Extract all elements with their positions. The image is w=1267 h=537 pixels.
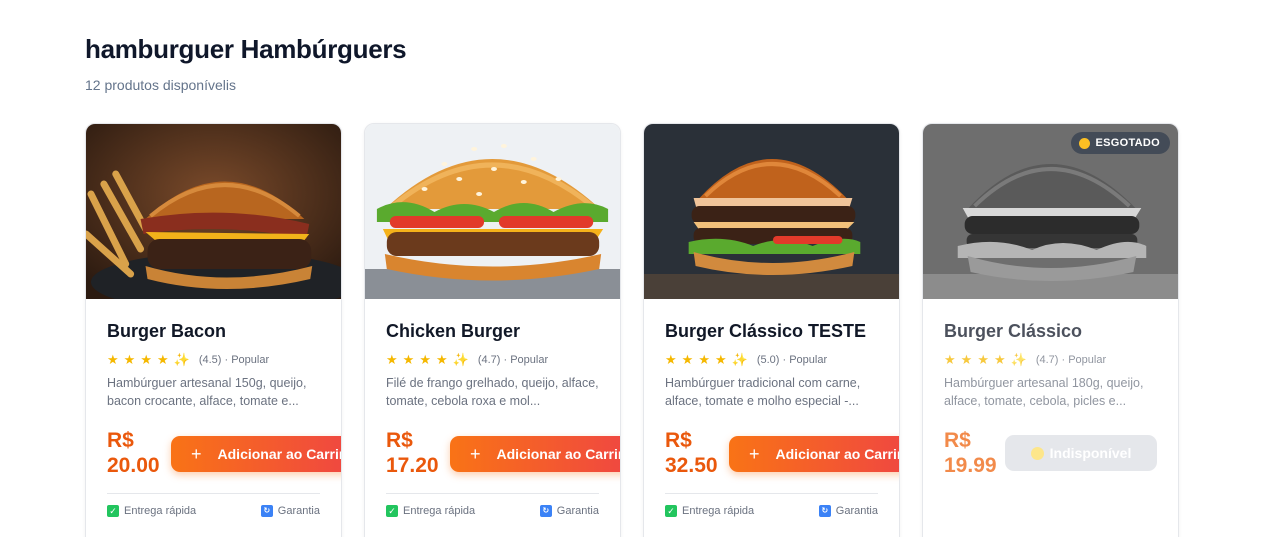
product-price: R$ 20.00: [107, 428, 160, 478]
product-image[interactable]: [86, 124, 341, 299]
warranty-icon: ↻: [818, 505, 831, 517]
fast-delivery-feature: ✓ Entrega rápida: [107, 505, 196, 517]
check-icon: ✓: [386, 505, 398, 517]
star-icon: ★: [419, 352, 431, 367]
page-title: hamburguer Hambúrguers: [85, 34, 407, 64]
currency-symbol: R$: [386, 429, 413, 452]
product-rating: ★ ★ ★ ★ ✨ (4.7) · Popular: [944, 352, 1106, 368]
star-icon: ★: [698, 352, 710, 367]
add-to-cart-label: Adicionar ao Carrinho: [217, 446, 341, 462]
rating-text: (4.5) · Popular: [198, 354, 270, 366]
product-card[interactable]: ESGOTADO Burger Clássico ★ ★ ★ ★ ✨ (4.7)…: [922, 123, 1179, 537]
plus-icon: +: [749, 443, 760, 464]
product-count: 12 produtos disponívelis: [85, 77, 236, 93]
currency-symbol: R$: [665, 429, 692, 452]
star-icon: ★: [435, 352, 448, 367]
half-star-icon: ✨: [173, 352, 190, 367]
product-rating: ★ ★ ★ ★ ✨ (4.5) · Popular: [107, 352, 269, 368]
price-value: 32.50: [665, 454, 718, 477]
product-description: Filé de frango grelhado, queijo, alface,…: [386, 376, 599, 408]
product-description: Hambúrguer artesanal 180g, queijo, alfac…: [944, 376, 1144, 408]
star-icon: ★: [681, 352, 694, 367]
product-name[interactable]: Burger Clássico: [944, 321, 1082, 342]
half-star-icon: ✨: [452, 352, 469, 367]
price-value: 17.20: [386, 454, 439, 477]
rating-text: (4.7) · Popular: [477, 354, 549, 366]
fast-delivery-label: Entrega rápida: [403, 505, 476, 517]
plus-icon: +: [191, 443, 202, 464]
check-icon: ✓: [665, 505, 677, 517]
fast-delivery-label: Entrega rápida: [124, 505, 197, 517]
star-icon: ★: [156, 352, 169, 367]
star-icon: ★: [140, 352, 152, 367]
product-description: Hambúrguer tradicional com carne, alface…: [665, 376, 861, 408]
divider: [665, 493, 878, 494]
product-description: Hambúrguer artesanal 150g, queijo, bacon…: [107, 376, 307, 408]
star-icon: ★: [402, 352, 415, 367]
warranty-icon: ↻: [260, 505, 273, 517]
unavailable-button[interactable]: Indisponível: [1005, 435, 1157, 471]
product-name[interactable]: Burger Bacon: [107, 321, 226, 342]
sold-out-badge: ESGOTADO: [1071, 132, 1170, 154]
warranty-label: Garantia: [835, 505, 878, 517]
product-rating: ★ ★ ★ ★ ✨ (4.7) · Popular: [386, 352, 548, 368]
warranty-label: Garantia: [277, 505, 320, 517]
warranty-feature: ↻ Garantia: [539, 505, 599, 517]
star-icon: ★: [123, 352, 136, 367]
sad-face-icon: [1030, 446, 1044, 460]
product-price: R$ 32.50: [665, 428, 718, 478]
unavailable-label: Indisponível: [1049, 445, 1132, 461]
star-icon: ★: [107, 352, 119, 367]
sad-face-icon: [1079, 137, 1091, 149]
fast-delivery-feature: ✓ Entrega rápida: [386, 505, 475, 517]
star-icon: ★: [944, 352, 956, 367]
add-to-cart-label: Adicionar ao Carrinho: [496, 446, 620, 462]
warranty-icon: ↻: [539, 505, 552, 517]
star-icon: ★: [665, 352, 677, 367]
product-price: R$ 19.99: [944, 428, 997, 478]
product-card[interactable]: Chicken Burger ★ ★ ★ ★ ✨ (4.7) · Popular…: [364, 123, 621, 537]
product-card[interactable]: Burger Bacon ★ ★ ★ ★ ✨ (4.5) · Popular H…: [85, 123, 342, 537]
product-image[interactable]: [644, 124, 899, 299]
add-to-cart-button[interactable]: + Adicionar ao Carrinho: [729, 436, 899, 472]
price-value: 20.00: [107, 454, 160, 477]
product-name[interactable]: Chicken Burger: [386, 321, 520, 342]
check-icon: ✓: [107, 505, 119, 517]
fast-delivery-feature: ✓ Entrega rápida: [665, 505, 754, 517]
add-to-cart-label: Adicionar ao Carrinho: [775, 446, 899, 462]
classic-burger-photo: [644, 124, 899, 299]
star-icon: ★: [960, 352, 973, 367]
product-listing-page: hamburguer Hambúrguers 12 produtos dispo…: [0, 0, 1267, 537]
price-value: 19.99: [944, 454, 997, 477]
product-image[interactable]: [365, 124, 620, 299]
currency-symbol: R$: [107, 429, 134, 452]
product-price: R$ 17.20: [386, 428, 439, 478]
plus-icon: +: [470, 443, 481, 464]
add-to-cart-button[interactable]: + Adicionar ao Carrinho: [171, 436, 341, 472]
add-to-cart-button[interactable]: + Adicionar ao Carrinho: [450, 436, 620, 472]
star-icon: ★: [977, 352, 989, 367]
sold-out-label: ESGOTADO: [1095, 137, 1160, 149]
rating-text: (4.7) · Popular: [1035, 354, 1107, 366]
warranty-feature: ↻ Garantia: [260, 505, 320, 517]
warranty-feature: ↻ Garantia: [818, 505, 878, 517]
rating-text: (5.0) · Popular: [756, 354, 828, 366]
fast-delivery-label: Entrega rápida: [682, 505, 755, 517]
divider: [107, 493, 320, 494]
star-icon: ★: [714, 352, 727, 367]
product-name[interactable]: Burger Clássico TESTE: [665, 321, 866, 342]
half-star-icon: ✨: [1010, 352, 1027, 367]
half-star-icon: ✨: [731, 352, 748, 367]
product-card[interactable]: Burger Clássico TESTE ★ ★ ★ ★ ✨ (5.0) · …: [643, 123, 900, 537]
chicken-burger-photo: [365, 124, 620, 299]
star-icon: ★: [386, 352, 398, 367]
product-rating: ★ ★ ★ ★ ✨ (5.0) · Popular: [665, 352, 827, 368]
star-icon: ★: [993, 352, 1006, 367]
currency-symbol: R$: [944, 429, 971, 452]
burger-bacon-photo: [86, 124, 341, 299]
divider: [386, 493, 599, 494]
warranty-label: Garantia: [556, 505, 599, 517]
